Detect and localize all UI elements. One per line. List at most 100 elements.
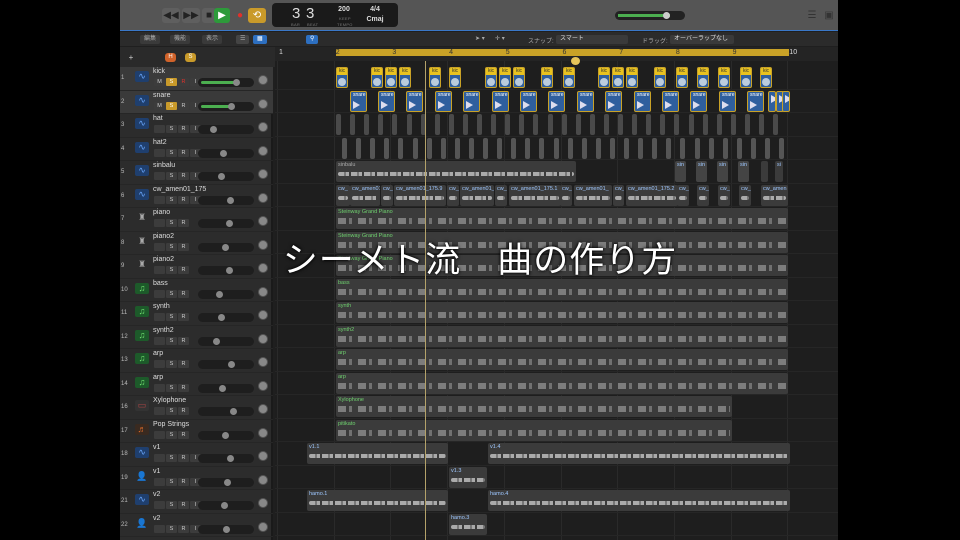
region[interactable]: kic xyxy=(626,67,638,88)
volume-slider-knob[interactable] xyxy=(233,79,241,86)
master-volume-slider[interactable] xyxy=(615,11,685,20)
region[interactable]: cw_ xyxy=(495,184,507,206)
region[interactable]: snare xyxy=(548,90,565,112)
region[interactable] xyxy=(765,137,770,159)
solo-button[interactable]: S xyxy=(166,172,177,180)
track-header-piano[interactable]: 7 ♜ piano S R xyxy=(120,208,273,232)
region[interactable]: sinbalu xyxy=(336,161,576,182)
mute-button[interactable] xyxy=(154,172,165,180)
track-header-Pop Strings[interactable]: 17 ♬ Pop Strings S R xyxy=(120,420,273,443)
record-arm-button[interactable]: R xyxy=(178,195,189,204)
record-arm-button[interactable]: R xyxy=(178,219,189,227)
region[interactable]: snare xyxy=(520,90,537,112)
volume-slider-knob[interactable] xyxy=(221,431,229,439)
region[interactable] xyxy=(491,114,497,135)
region[interactable] xyxy=(462,114,468,135)
track-lane[interactable]: v1.1 v1.4 xyxy=(275,442,838,466)
volume-slider-knob[interactable] xyxy=(227,196,235,204)
region[interactable]: cw_ xyxy=(718,184,730,206)
track-lane[interactable]: v1.3 xyxy=(275,466,838,489)
region[interactable] xyxy=(730,114,736,135)
region[interactable] xyxy=(342,137,347,159)
volume-slider[interactable] xyxy=(198,383,254,393)
region[interactable]: cw_amen xyxy=(761,184,788,206)
drag-select[interactable]: オーバーラップなし xyxy=(670,35,734,44)
track-name[interactable]: piano xyxy=(153,209,170,216)
region[interactable]: cw_amen01_175.1 xyxy=(509,184,561,206)
track-name[interactable]: v1 xyxy=(153,444,160,451)
mute-button[interactable] xyxy=(154,125,165,133)
volume-slider-knob[interactable] xyxy=(221,502,229,509)
region[interactable] xyxy=(412,137,418,159)
track-lane[interactable]: snare snare snare snare snare snare snare snare… xyxy=(275,90,838,113)
region[interactable]: snare xyxy=(492,90,509,112)
edit-menu[interactable]: 編集 xyxy=(140,35,161,44)
track-header-synth2[interactable]: 12 ♫ synth2 S R xyxy=(120,326,273,349)
solo-button[interactable]: S xyxy=(166,101,177,110)
region[interactable]: si xyxy=(775,161,783,182)
region[interactable]: kic xyxy=(612,67,624,88)
region[interactable] xyxy=(454,137,460,159)
volume-slider[interactable] xyxy=(198,407,254,416)
volume-slider[interactable] xyxy=(198,172,254,181)
region[interactable] xyxy=(440,137,446,159)
mute-button[interactable] xyxy=(154,454,165,462)
region[interactable]: hamo.3 xyxy=(449,513,487,535)
region[interactable] xyxy=(632,114,638,135)
region[interactable]: snare xyxy=(378,90,395,112)
region[interactable]: v1.3 xyxy=(449,466,487,488)
region[interactable]: cw_ xyxy=(613,184,624,206)
timeline-ruler[interactable]: 1 2 3 4 5 6 7 8 9 10 xyxy=(275,47,838,61)
region[interactable]: synth xyxy=(336,302,788,323)
region[interactable]: cw_amen01_175.2 xyxy=(626,184,678,206)
region[interactable]: snare xyxy=(435,90,452,112)
mute-button[interactable] xyxy=(154,477,165,486)
pan-knob[interactable] xyxy=(258,427,268,438)
record-arm-button[interactable]: R xyxy=(178,430,189,439)
region[interactable]: snare xyxy=(690,90,707,112)
region[interactable] xyxy=(674,114,680,135)
region[interactable]: arp xyxy=(336,349,788,370)
region[interactable] xyxy=(618,114,623,135)
record-arm-button[interactable]: R xyxy=(178,172,189,180)
region[interactable] xyxy=(553,137,559,159)
solo-button[interactable]: S xyxy=(166,477,177,486)
solo-button[interactable]: S xyxy=(166,219,177,227)
volume-slider-knob[interactable] xyxy=(216,290,224,298)
region[interactable]: pitikato xyxy=(336,419,732,441)
track-lane[interactable]: arp xyxy=(275,372,838,395)
volume-slider-knob[interactable] xyxy=(210,126,218,133)
pan-knob[interactable] xyxy=(258,98,268,109)
add-track-button[interactable]: + xyxy=(126,53,136,62)
functions-menu[interactable]: 機能 xyxy=(170,35,191,44)
solo-button[interactable]: S xyxy=(166,430,177,439)
region[interactable] xyxy=(782,90,790,112)
region[interactable] xyxy=(483,137,488,159)
volume-slider-knob[interactable] xyxy=(217,173,225,180)
solo-button[interactable]: S xyxy=(166,289,177,298)
region[interactable]: sin xyxy=(696,161,707,182)
volume-slider-knob[interactable] xyxy=(228,102,236,110)
volume-slider-knob[interactable] xyxy=(218,384,226,392)
track-name[interactable]: v2 xyxy=(153,491,160,498)
region[interactable] xyxy=(666,137,672,159)
region[interactable] xyxy=(595,137,601,159)
region[interactable]: kic xyxy=(371,67,383,88)
solo-button[interactable]: S xyxy=(166,383,177,392)
region[interactable] xyxy=(364,114,370,135)
region[interactable] xyxy=(638,137,644,159)
record-button[interactable]: ● xyxy=(233,8,247,23)
solo-button[interactable]: S xyxy=(166,524,177,533)
region[interactable] xyxy=(722,137,728,159)
catch-icon[interactable]: ⚲ xyxy=(306,35,319,44)
region[interactable] xyxy=(609,137,615,159)
pan-knob[interactable] xyxy=(258,286,268,297)
region[interactable]: cw_ xyxy=(447,184,459,206)
mute-button[interactable] xyxy=(154,360,165,368)
track-lane[interactable]: Steinway Grand Piano xyxy=(275,207,838,231)
pan-knob[interactable] xyxy=(258,75,268,85)
region[interactable]: snare xyxy=(406,90,423,112)
region[interactable] xyxy=(525,137,531,159)
volume-slider[interactable] xyxy=(198,195,254,205)
region[interactable]: kic xyxy=(760,67,772,88)
